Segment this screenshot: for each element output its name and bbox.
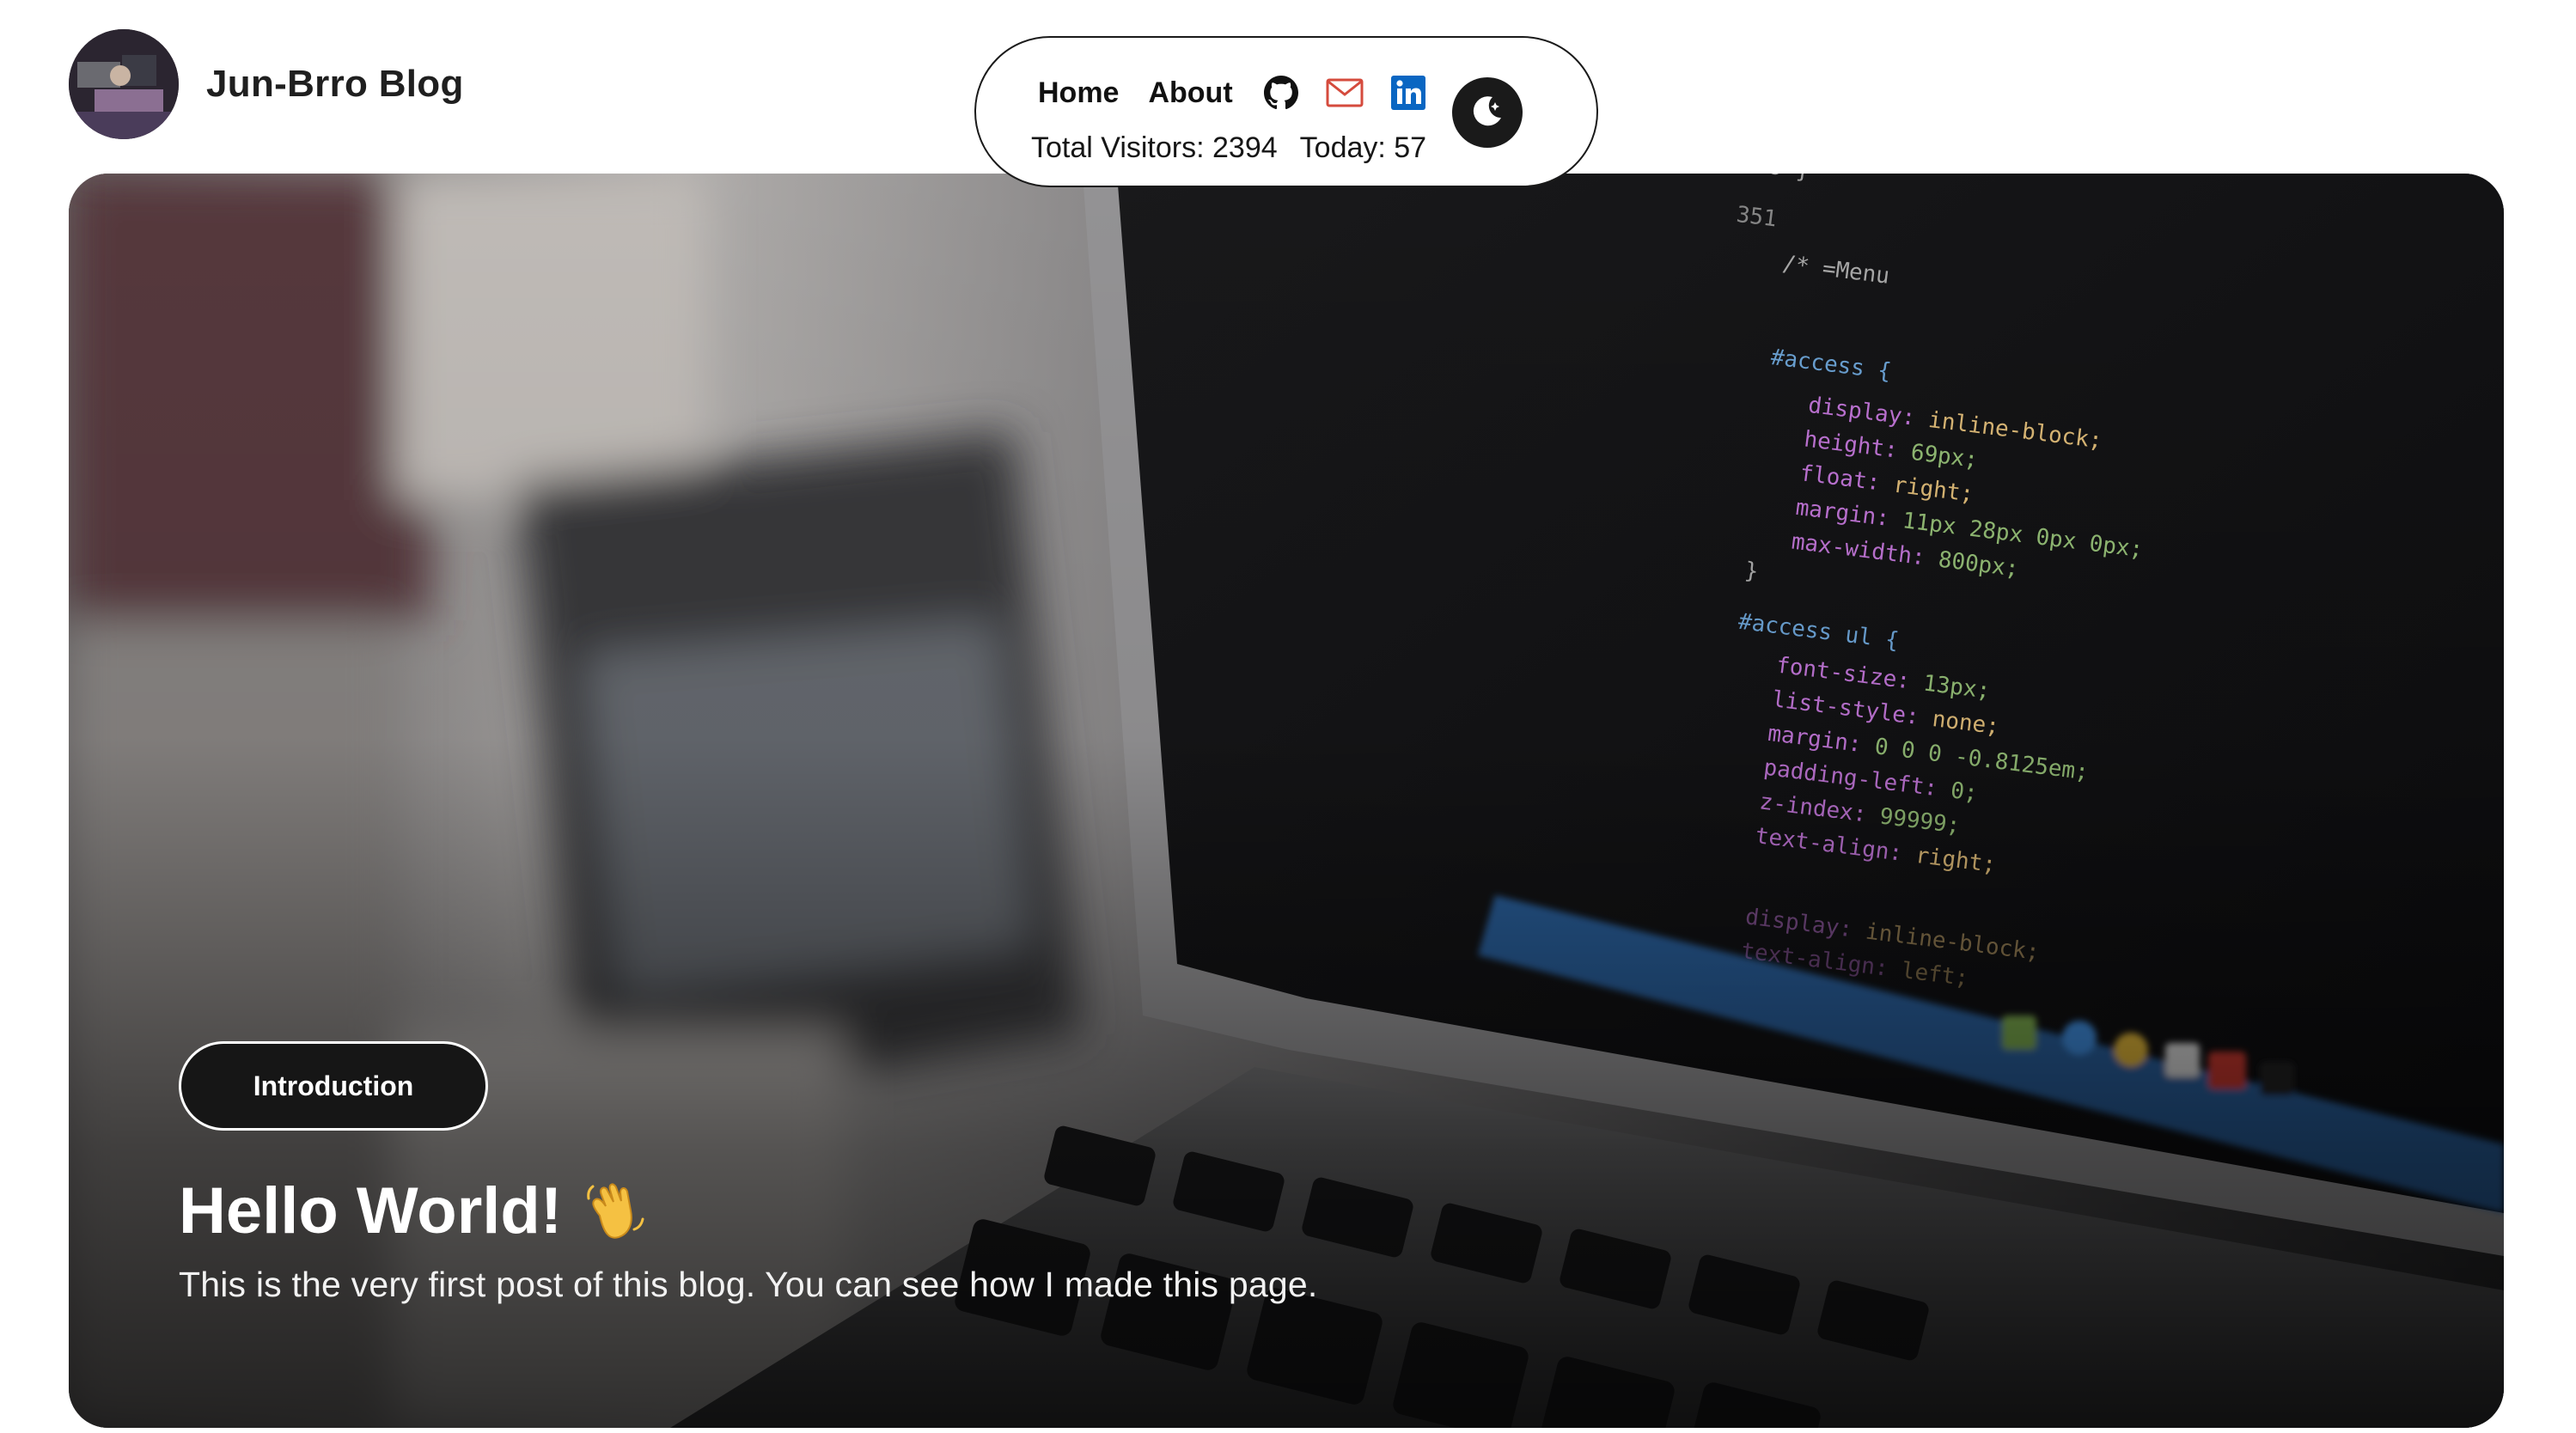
visitor-stats: Total Visitors: 2394 Today: 57 bbox=[1031, 124, 1426, 172]
post-title[interactable]: Hello World! bbox=[179, 1163, 650, 1258]
featured-post-card[interactable]: 349 } 351 /* =Menu #access { display: in… bbox=[69, 174, 2504, 1428]
waving-hand-icon bbox=[581, 1176, 650, 1245]
category-tag-button[interactable]: Introduction bbox=[179, 1041, 488, 1131]
linkedin-icon[interactable] bbox=[1389, 74, 1427, 112]
today-visitors: Today: 57 bbox=[1299, 131, 1427, 164]
mail-icon[interactable] bbox=[1326, 74, 1364, 112]
nav-links: Home About bbox=[1038, 67, 1453, 119]
post-title-text: Hello World! bbox=[179, 1174, 563, 1247]
top-nav: Home About Total Visitors: 2394 Today: 5… bbox=[974, 36, 1598, 187]
moon-star-icon bbox=[1467, 90, 1508, 136]
post-excerpt: This is the very first post of this blog… bbox=[179, 1265, 1318, 1304]
nav-about-link[interactable]: About bbox=[1148, 76, 1232, 110]
nav-home-link[interactable]: Home bbox=[1038, 76, 1119, 110]
site-title: Jun-Brro Blog bbox=[206, 63, 464, 105]
github-icon[interactable] bbox=[1262, 74, 1300, 112]
avatar bbox=[69, 29, 179, 139]
theme-toggle-button[interactable] bbox=[1452, 77, 1523, 148]
site-brand[interactable]: Jun-Brro Blog bbox=[69, 29, 464, 139]
total-visitors: Total Visitors: 2394 bbox=[1031, 131, 1278, 164]
